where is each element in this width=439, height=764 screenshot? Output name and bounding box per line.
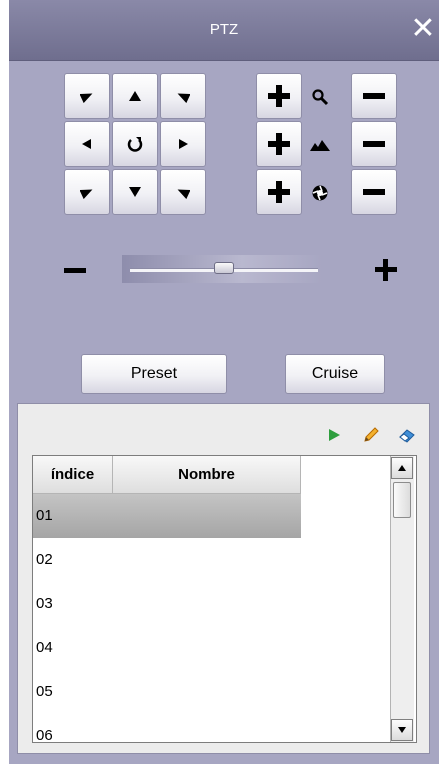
focus-far-button[interactable] xyxy=(351,121,397,167)
arrow-up-right-icon xyxy=(177,93,190,103)
chevron-down-icon xyxy=(398,727,406,733)
column-header-index[interactable]: índice xyxy=(33,456,113,494)
play-icon[interactable] xyxy=(325,426,343,444)
arrow-up-button[interactable] xyxy=(112,73,158,119)
preset-table: índice Nombre 01 02 03 04 05 06 xyxy=(32,455,417,743)
plus-icon xyxy=(268,181,290,203)
arrow-down-right-button[interactable] xyxy=(160,169,206,215)
close-icon[interactable]: ✕ xyxy=(409,14,437,44)
rotate-button[interactable] xyxy=(112,121,158,167)
arrow-left-button[interactable] xyxy=(64,121,110,167)
focus-near-button[interactable] xyxy=(256,121,302,167)
arrow-down-button[interactable] xyxy=(112,169,158,215)
iris-open-button[interactable] xyxy=(256,169,302,215)
plus-icon xyxy=(268,85,290,107)
arrow-down-right-icon xyxy=(177,189,190,199)
scroll-down-button[interactable] xyxy=(391,719,413,741)
rotate-icon xyxy=(127,137,143,152)
arrow-up-left-button[interactable] xyxy=(64,73,110,119)
plus-icon xyxy=(268,133,290,155)
scrollbar-thumb[interactable] xyxy=(393,482,411,518)
arrow-down-left-icon xyxy=(80,189,93,199)
table-row[interactable]: 06 xyxy=(33,714,301,742)
arrow-down-left-button[interactable] xyxy=(64,169,110,215)
table-row[interactable]: 02 xyxy=(33,538,301,582)
arrow-up-right-button[interactable] xyxy=(160,73,206,119)
zoom-in-button[interactable] xyxy=(256,73,302,119)
edit-icon[interactable] xyxy=(362,426,380,444)
arrow-right-icon xyxy=(179,139,188,149)
chevron-up-icon xyxy=(398,465,406,471)
minus-icon xyxy=(363,133,385,155)
speed-increase-icon[interactable] xyxy=(375,259,397,281)
zoom-out-button[interactable] xyxy=(351,73,397,119)
arrow-right-button[interactable] xyxy=(160,121,206,167)
iris-icon xyxy=(308,181,332,205)
preset-button[interactable]: Preset xyxy=(81,354,227,394)
erase-icon[interactable] xyxy=(398,426,416,444)
column-header-name[interactable]: Nombre xyxy=(113,456,301,494)
arrow-down-icon xyxy=(129,187,141,197)
focus-icon xyxy=(308,133,332,157)
arrow-left-icon xyxy=(82,139,91,149)
speed-decrease-icon[interactable] xyxy=(64,268,86,273)
minus-icon xyxy=(363,85,385,107)
table-row[interactable]: 04 xyxy=(33,626,301,670)
table-row[interactable]: 03 xyxy=(33,582,301,626)
speed-slider-thumb[interactable] xyxy=(214,262,234,274)
table-row[interactable]: 01 xyxy=(33,494,301,538)
scroll-up-button[interactable] xyxy=(391,457,413,479)
arrow-up-icon xyxy=(129,91,141,101)
table-row[interactable]: 05 xyxy=(33,670,301,714)
iris-close-button[interactable] xyxy=(351,169,397,215)
minus-icon xyxy=(363,181,385,203)
cruise-button[interactable]: Cruise xyxy=(285,354,385,394)
zoom-icon xyxy=(308,85,332,109)
window-title: PTZ xyxy=(209,21,239,38)
arrow-up-left-icon xyxy=(80,93,93,103)
